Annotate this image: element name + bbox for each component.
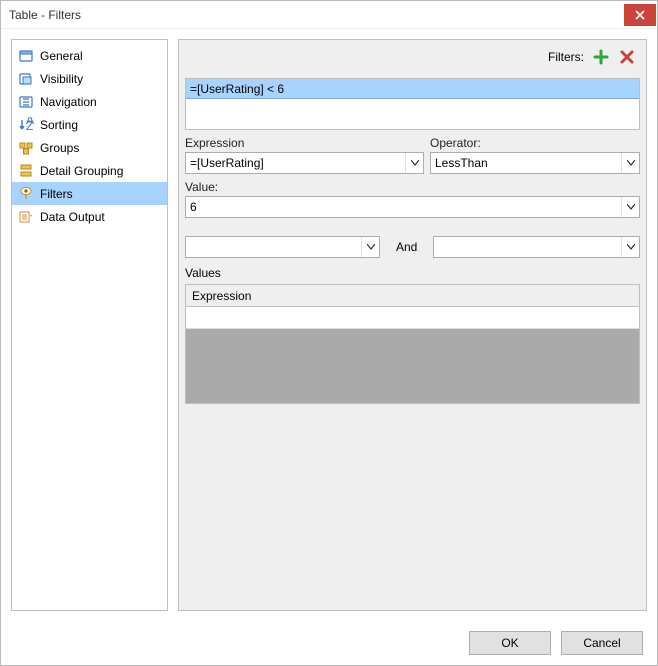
sidebar-item-sorting[interactable]: AZ Sorting [12, 113, 167, 136]
title-bar: Table - Filters [1, 1, 657, 29]
svg-text:Z: Z [26, 119, 33, 133]
dialog-footer: OK Cancel [1, 621, 657, 665]
close-icon [635, 10, 645, 20]
sorting-icon: AZ [18, 117, 34, 133]
filters-header: Filters: [185, 46, 640, 72]
sidebar-item-label: Groups [40, 141, 79, 155]
filters-list[interactable]: =[UserRating] < 6 [185, 78, 640, 130]
plus-icon [593, 49, 609, 65]
add-filter-button[interactable] [592, 48, 610, 66]
visibility-icon [18, 71, 34, 87]
sidebar-item-label: Visibility [40, 72, 83, 86]
expression-label: Expression [185, 136, 424, 150]
ok-button-label: OK [501, 636, 518, 650]
value-value: 6 [190, 200, 197, 214]
range-left-combo[interactable] [185, 236, 380, 258]
window-title: Table - Filters [9, 8, 81, 22]
values-grid-header: Expression [186, 285, 639, 307]
chevron-down-icon [621, 197, 639, 217]
values-grid-header-label: Expression [192, 289, 251, 303]
detail-grouping-icon [18, 163, 34, 179]
values-grid-row[interactable] [186, 307, 639, 329]
sidebar-item-label: General [40, 49, 83, 63]
client-area: General Visibility Navigation AZ Sorting… [1, 29, 657, 621]
sidebar-item-visibility[interactable]: Visibility [12, 67, 167, 90]
data-output-icon [18, 209, 34, 225]
delete-filter-button[interactable] [618, 48, 636, 66]
filters-icon [18, 186, 34, 202]
operator-combo[interactable]: LessThan [430, 152, 640, 174]
chevron-down-icon [405, 153, 423, 173]
filters-header-label: Filters: [548, 50, 584, 64]
sidebar-item-detail-grouping[interactable]: Detail Grouping [12, 159, 167, 182]
range-right-combo[interactable] [433, 236, 640, 258]
delete-icon [619, 49, 635, 65]
sidebar-item-label: Detail Grouping [40, 164, 123, 178]
close-button[interactable] [624, 4, 656, 26]
sidebar-item-navigation[interactable]: Navigation [12, 90, 167, 113]
operator-value: LessThan [435, 156, 488, 170]
values-grid[interactable]: Expression [185, 284, 640, 404]
values-label: Values [185, 264, 640, 284]
expression-combo[interactable]: =[UserRating] [185, 152, 424, 174]
value-combo[interactable]: 6 [185, 196, 640, 218]
groups-icon [18, 140, 34, 156]
expression-value: =[UserRating] [190, 156, 264, 170]
operator-label: Operator: [430, 136, 640, 150]
sidebar: General Visibility Navigation AZ Sorting… [11, 39, 168, 611]
chevron-down-icon [361, 237, 379, 257]
cancel-button[interactable]: Cancel [561, 631, 643, 655]
sidebar-item-label: Navigation [40, 95, 97, 109]
sidebar-item-data-output[interactable]: Data Output [12, 205, 167, 228]
cancel-button-label: Cancel [583, 636, 620, 650]
filter-row-text: =[UserRating] < 6 [190, 82, 284, 96]
sidebar-item-groups[interactable]: Groups [12, 136, 167, 159]
filter-row[interactable]: =[UserRating] < 6 [186, 79, 639, 99]
sidebar-item-label: Filters [40, 187, 73, 201]
navigation-icon [18, 94, 34, 110]
and-label: And [390, 240, 423, 254]
sidebar-item-general[interactable]: General [12, 44, 167, 67]
chevron-down-icon [621, 237, 639, 257]
value-label: Value: [185, 180, 640, 194]
general-icon [18, 48, 34, 64]
sidebar-item-filters[interactable]: Filters [12, 182, 167, 205]
main-panel: Filters: =[UserRating] < 6 Expression =[… [178, 39, 647, 611]
chevron-down-icon [621, 153, 639, 173]
sidebar-item-label: Sorting [40, 118, 78, 132]
ok-button[interactable]: OK [469, 631, 551, 655]
sidebar-item-label: Data Output [40, 210, 105, 224]
